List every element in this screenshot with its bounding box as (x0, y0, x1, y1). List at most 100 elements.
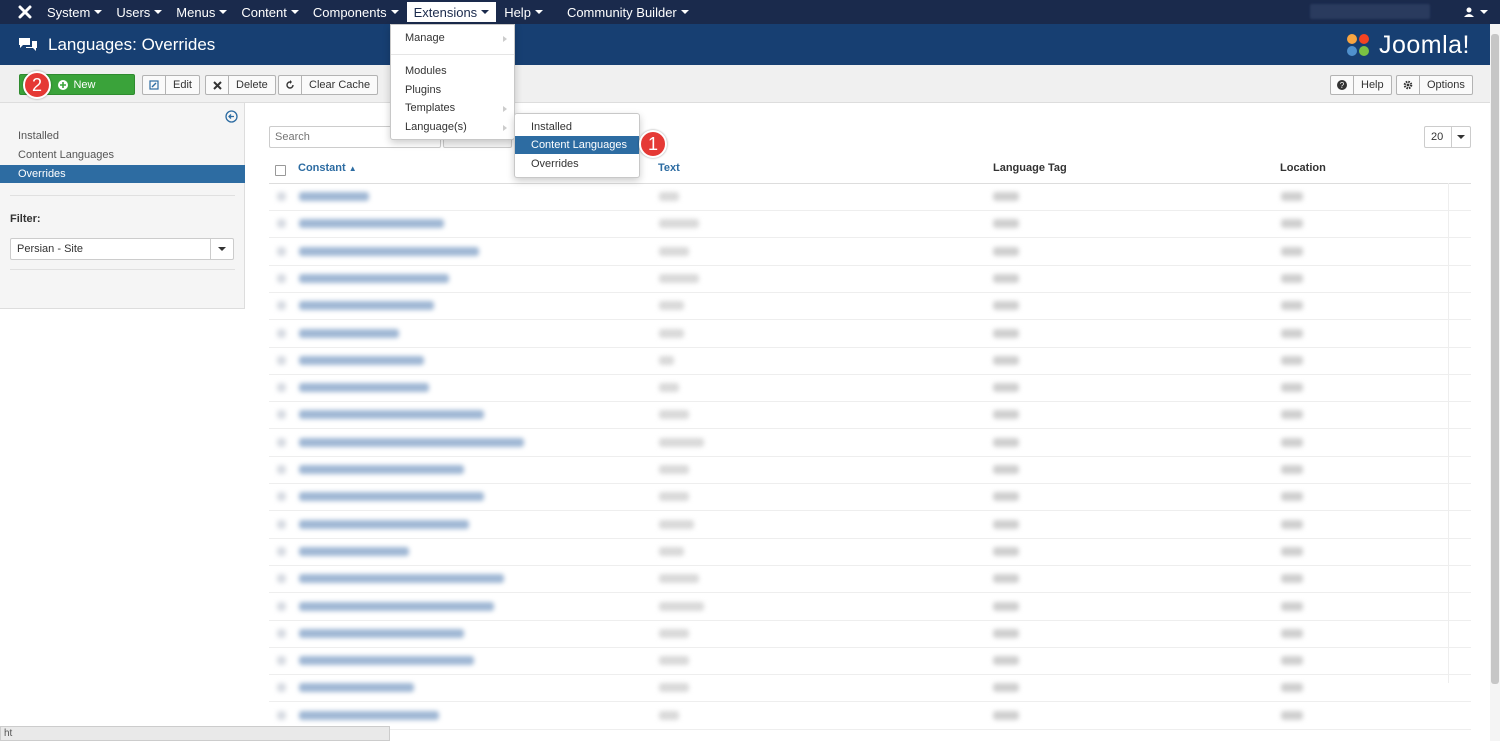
table-row[interactable] (269, 702, 1471, 730)
menu-item-modules[interactable]: Modules (405, 65, 447, 77)
table-row[interactable] (269, 674, 1471, 703)
sidebar-item-content-languages[interactable]: Content Languages (18, 149, 114, 161)
table-edge (1448, 183, 1471, 683)
blurred-cell (299, 246, 479, 256)
list-limit-select[interactable]: 20 (1424, 126, 1471, 148)
sidebar-item-installed[interactable]: Installed (18, 130, 59, 142)
table-row[interactable] (269, 483, 1471, 512)
blurred-cell (299, 192, 369, 201)
table-row[interactable] (269, 347, 1471, 375)
divider (10, 195, 235, 196)
language-filter-select[interactable]: Persian - Site (10, 238, 234, 260)
blurred-cell (1281, 273, 1303, 283)
blurred-cell (277, 383, 286, 393)
column-label: Constant (298, 162, 346, 174)
table-row[interactable] (269, 538, 1471, 566)
nav-content[interactable]: Content (234, 0, 306, 24)
caret-down-icon (1480, 10, 1488, 14)
table-row[interactable] (269, 565, 1471, 594)
menu-item-languages[interactable]: Language(s) (405, 121, 467, 133)
blurred-cell (659, 246, 689, 256)
table-row[interactable] (269, 320, 1471, 348)
menu-item-templates[interactable]: Templates (405, 102, 455, 114)
caret-down-icon (290, 10, 299, 14)
column-language-tag: Language Tag (993, 162, 1067, 174)
blurred-cell (277, 574, 286, 584)
caret-down-icon (390, 10, 399, 14)
table-row[interactable] (269, 456, 1471, 484)
table-row[interactable] (269, 429, 1471, 457)
blurred-cell (277, 328, 286, 338)
menu-item-manage[interactable]: Manage (405, 32, 445, 44)
table-row[interactable] (269, 183, 1471, 211)
table-row[interactable] (269, 593, 1471, 621)
submenu-item-overrides[interactable]: Overrides (515, 155, 639, 173)
clear-cache-button[interactable]: Clear Cache (278, 75, 379, 95)
blurred-cell (277, 710, 286, 720)
joomla-logo-icon[interactable] (10, 0, 40, 24)
nav-users[interactable]: Users (109, 0, 169, 24)
blurred-cell (993, 410, 1019, 420)
nav-system[interactable]: System (40, 0, 109, 24)
submenu-item-content-languages[interactable]: Content Languages (515, 136, 639, 154)
blurred-cell (659, 519, 694, 529)
languages-submenu: Installed Content Languages Overrides (514, 113, 640, 178)
gear-icon (1397, 76, 1420, 94)
blurred-cell (1281, 601, 1303, 611)
sidebar-item-overrides[interactable]: Overrides (0, 165, 245, 183)
blurred-cell (1281, 355, 1303, 365)
table-row[interactable] (269, 374, 1471, 403)
nav-community-builder[interactable]: Community Builder (560, 0, 696, 24)
table-row[interactable] (269, 210, 1471, 239)
chevron-right-icon (503, 125, 507, 131)
table-row[interactable] (269, 238, 1471, 266)
blurred-cell (299, 574, 504, 584)
blurred-cell (659, 628, 689, 638)
table-row[interactable] (269, 647, 1471, 676)
joomla-brand: Joomla! (1343, 30, 1470, 60)
scrollbar[interactable] (1490, 24, 1500, 741)
blurred-cell (1281, 492, 1303, 502)
blurred-cell (277, 628, 286, 638)
blurred-cell (1281, 710, 1303, 720)
options-button[interactable]: Options (1396, 75, 1473, 95)
nav-extensions[interactable]: Extensions (405, 1, 498, 23)
column-constant[interactable]: Constant ▲ (298, 162, 357, 174)
sidebar-collapse-icon[interactable] (225, 110, 238, 123)
nav-label: Menus (176, 4, 216, 20)
help-button[interactable]: ? Help (1330, 75, 1392, 95)
submenu-item-installed[interactable]: Installed (515, 118, 639, 136)
blurred-cell (659, 192, 679, 201)
table-row[interactable] (269, 401, 1471, 430)
top-navbar: System Users Menus Content Components Ex… (0, 0, 1500, 24)
page-title: Languages: Overrides (48, 34, 216, 54)
scrollbar-thumb[interactable] (1491, 34, 1499, 684)
blurred-cell (993, 519, 1019, 529)
blurred-cell (277, 192, 286, 201)
table-row[interactable] (269, 292, 1471, 321)
table-row[interactable] (269, 265, 1471, 293)
select-all-checkbox[interactable] (275, 165, 286, 176)
question-circle-icon: ? (1331, 76, 1354, 94)
blurred-cell (299, 301, 434, 311)
edit-button[interactable]: Edit (142, 75, 200, 95)
user-menu[interactable] (1464, 0, 1488, 24)
delete-button[interactable]: Delete (205, 75, 276, 95)
blurred-cell (993, 656, 1019, 666)
table-header: Constant ▲ Text Language Tag Location (269, 155, 1471, 184)
blurred-cell (1281, 383, 1303, 393)
nav-components[interactable]: Components (306, 0, 406, 24)
blurred-cell (993, 465, 1019, 474)
nav-menus[interactable]: Menus (169, 0, 234, 24)
blurred-cell (277, 246, 286, 256)
table-row[interactable] (269, 511, 1471, 539)
limit-value: 20 (1431, 131, 1444, 143)
blurred-cell (1281, 192, 1303, 201)
menu-item-plugins[interactable]: Plugins (405, 84, 441, 96)
blurred-cell (1281, 437, 1303, 447)
table-row[interactable] (269, 620, 1471, 648)
blurred-cell (277, 465, 286, 474)
nav-help[interactable]: Help (497, 0, 550, 24)
chevron-right-icon (503, 36, 507, 42)
column-text[interactable]: Text (658, 162, 680, 174)
